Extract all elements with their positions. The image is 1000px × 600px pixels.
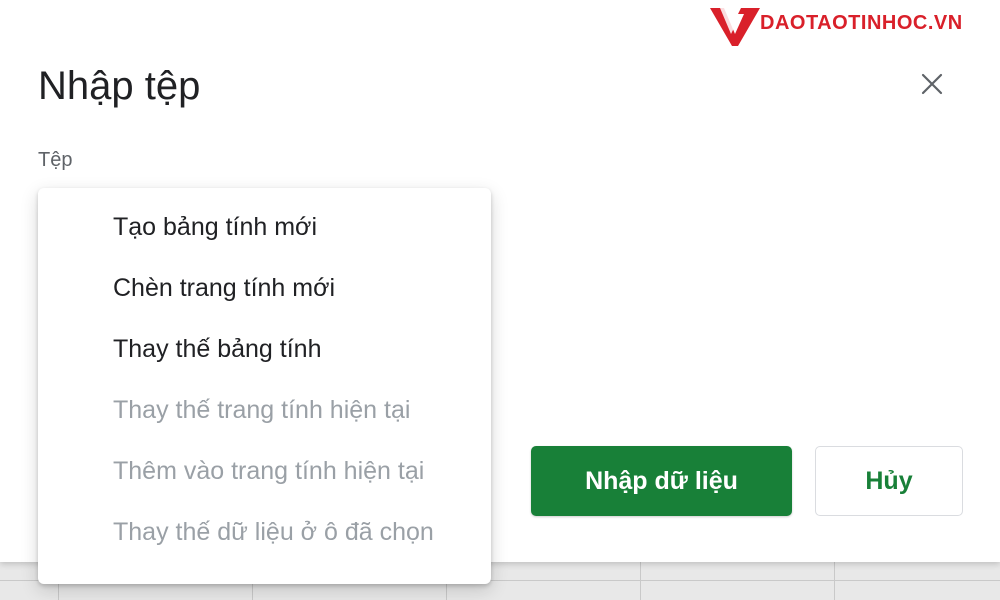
menu-item-create-new-spreadsheet[interactable]: Tạo bảng tính mới — [38, 197, 491, 258]
dialog-title: Nhập tệp — [38, 64, 201, 108]
brand-logo-mark-icon — [710, 8, 760, 46]
brand-logo: DAOTAOTINHOC.VN — [708, 4, 963, 48]
menu-item-replace-data-at-selected-cell: Thay thế dữ liệu ở ô đã chọn — [113, 518, 434, 546]
import-file-dialog: DAOTAOTINHOC.VN Nhập tệp Tệp Nhập dữ liệ… — [0, 0, 1000, 584]
close-button[interactable] — [912, 64, 952, 104]
import-location-dropdown-menu: Tạo bảng tính mới Chèn trang tính mới Th… — [38, 188, 491, 584]
menu-item-insert-new-sheet[interactable]: Chèn trang tính mới — [38, 258, 491, 319]
close-icon — [921, 73, 943, 95]
menu-item-append-to-current-sheet: Thêm vào trang tính hiện tại — [113, 457, 425, 485]
menu-item-replace-spreadsheet[interactable]: Thay thế bảng tính — [38, 319, 491, 380]
import-data-button[interactable]: Nhập dữ liệu — [531, 446, 792, 516]
file-field-label: Tệp — [38, 149, 73, 171]
menu-item-replace-current-sheet: Thay thế trang tính hiện tại — [113, 396, 411, 424]
brand-logo-text: DAOTAOTINHOC.VN — [760, 11, 963, 34]
cancel-button[interactable]: Hủy — [815, 446, 963, 516]
